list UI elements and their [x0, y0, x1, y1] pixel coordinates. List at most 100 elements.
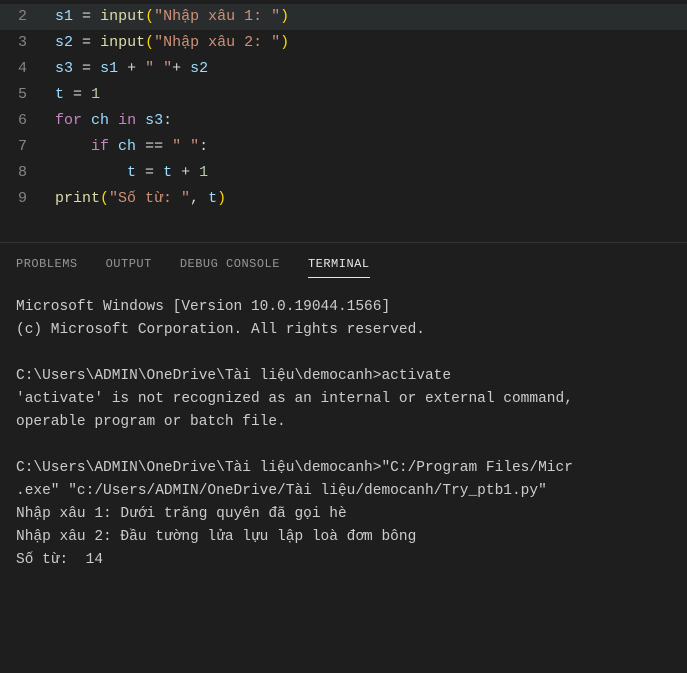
token-str: "Nhập xâu 2: " — [154, 34, 280, 51]
token-op — [109, 112, 118, 129]
code-line[interactable]: 9print("Số từ: ", t) — [0, 186, 687, 212]
line-number: 6 — [0, 108, 55, 134]
token-str: "Nhập xâu 1: " — [154, 8, 280, 25]
token-op — [82, 112, 91, 129]
line-number: 5 — [0, 82, 55, 108]
token-var: t — [163, 164, 172, 181]
token-func: input — [100, 34, 145, 51]
line-number: 3 — [0, 30, 55, 56]
line-number: 8 — [0, 160, 55, 186]
token-var: s3 — [145, 112, 163, 129]
code-line[interactable]: 5t = 1 — [0, 82, 687, 108]
code-line[interactable]: 6for ch in s3: — [0, 108, 687, 134]
token-var: t — [55, 86, 64, 103]
token-op — [136, 60, 145, 77]
terminal-output[interactable]: Microsoft Windows [Version 10.0.19044.15… — [0, 278, 687, 590]
token-op — [64, 86, 73, 103]
line-number: 4 — [0, 56, 55, 82]
token-num: 1 — [91, 86, 100, 103]
token-func: print — [55, 190, 100, 207]
code-content[interactable]: print("Số từ: ", t) — [55, 186, 226, 212]
token-op — [55, 164, 127, 181]
token-op — [55, 138, 91, 155]
token-op: = — [82, 8, 91, 25]
code-content[interactable]: s3 = s1 + " "+ s2 — [55, 56, 208, 82]
code-content[interactable]: s2 = input("Nhập xâu 2: ") — [55, 30, 289, 56]
token-str: " " — [145, 60, 172, 77]
code-content[interactable]: t = 1 — [55, 82, 100, 108]
terminal-block: C:\Users\ADMIN\OneDrive\Tài liệu\democan… — [16, 457, 671, 572]
token-kw: if — [91, 138, 109, 155]
terminal-block: C:\Users\ADMIN\OneDrive\Tài liệu\democan… — [16, 365, 671, 434]
token-op — [91, 8, 100, 25]
token-op — [172, 164, 181, 181]
token-op: = — [73, 86, 82, 103]
code-content[interactable]: for ch in s3: — [55, 108, 172, 134]
code-content[interactable]: s1 = input("Nhập xâu 1: ") — [55, 4, 289, 30]
code-content[interactable]: t = t + 1 — [55, 160, 208, 186]
token-op — [163, 138, 172, 155]
terminal-block: Microsoft Windows [Version 10.0.19044.15… — [16, 296, 671, 342]
token-paren: ( — [145, 34, 154, 51]
token-op — [73, 60, 82, 77]
token-var: s1 — [100, 60, 118, 77]
line-number: 7 — [0, 134, 55, 160]
token-var: s3 — [55, 60, 73, 77]
code-editor[interactable]: 2s1 = input("Nhập xâu 1: ")3s2 = input("… — [0, 0, 687, 242]
token-op — [181, 60, 190, 77]
token-op: + — [172, 60, 181, 77]
panel-tab-problems[interactable]: PROBLEMS — [16, 251, 78, 278]
line-number: 2 — [0, 4, 55, 30]
token-paren: ( — [145, 8, 154, 25]
token-op: : — [199, 138, 208, 155]
token-op — [73, 8, 82, 25]
panel-tab-debug-console[interactable]: DEBUG CONSOLE — [180, 251, 280, 278]
token-var: t — [127, 164, 136, 181]
token-op: , — [190, 190, 199, 207]
token-op: == — [145, 138, 163, 155]
token-paren: ( — [100, 190, 109, 207]
token-var: s1 — [55, 8, 73, 25]
token-op — [136, 138, 145, 155]
panel-tab-terminal[interactable]: TERMINAL — [308, 251, 370, 278]
code-line[interactable]: 4s3 = s1 + " "+ s2 — [0, 56, 687, 82]
token-op — [73, 34, 82, 51]
token-paren: ) — [280, 8, 289, 25]
token-str: " " — [172, 138, 199, 155]
token-str: "Số từ: " — [109, 190, 190, 207]
code-line[interactable]: 2s1 = input("Nhập xâu 1: ") — [0, 4, 687, 30]
token-op — [136, 112, 145, 129]
token-paren: ) — [280, 34, 289, 51]
token-var: ch — [91, 112, 109, 129]
token-var: s2 — [190, 60, 208, 77]
token-kw: for — [55, 112, 82, 129]
token-op: + — [127, 60, 136, 77]
token-op — [109, 138, 118, 155]
token-op: + — [181, 164, 190, 181]
token-op — [82, 86, 91, 103]
token-kw: in — [118, 112, 136, 129]
token-op — [190, 164, 199, 181]
panel-tab-bar: PROBLEMS OUTPUT DEBUG CONSOLE TERMINAL — [0, 242, 687, 278]
token-op — [154, 164, 163, 181]
token-var: t — [208, 190, 217, 207]
token-op — [118, 60, 127, 77]
token-op — [91, 60, 100, 77]
token-op: : — [163, 112, 172, 129]
token-var: ch — [118, 138, 136, 155]
code-line[interactable]: 7 if ch == " ": — [0, 134, 687, 160]
token-op — [136, 164, 145, 181]
token-op: = — [82, 60, 91, 77]
token-func: input — [100, 8, 145, 25]
code-line[interactable]: 8 t = t + 1 — [0, 160, 687, 186]
panel-tab-output[interactable]: OUTPUT — [106, 251, 152, 278]
token-op: = — [145, 164, 154, 181]
line-number: 9 — [0, 186, 55, 212]
token-op: = — [82, 34, 91, 51]
code-content[interactable]: if ch == " ": — [55, 134, 208, 160]
token-var: s2 — [55, 34, 73, 51]
code-line[interactable]: 3s2 = input("Nhập xâu 2: ") — [0, 30, 687, 56]
token-op — [91, 34, 100, 51]
token-num: 1 — [199, 164, 208, 181]
token-paren: ) — [217, 190, 226, 207]
